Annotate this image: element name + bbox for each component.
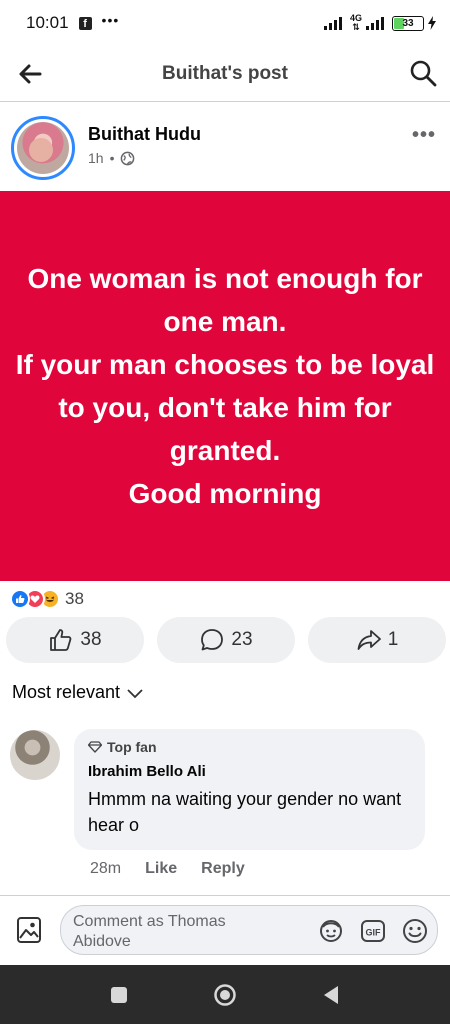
comment-bubble[interactable]: Top fan Ibrahim Bello Ali Hmmm na waitin… <box>74 729 425 850</box>
square-icon <box>111 986 127 1003</box>
globe-icon <box>121 151 135 165</box>
like-count: 38 <box>80 629 102 650</box>
share-button[interactable]: 1 <box>308 617 446 663</box>
author-name[interactable]: Buithat Hudu <box>88 124 201 145</box>
composer-icons: GIF <box>317 917 429 945</box>
back-arrow-icon[interactable] <box>16 60 44 88</box>
comment-bubble-icon <box>201 629 224 651</box>
charging-icon <box>428 16 436 30</box>
status-bar: 10:01 f ••• 4G ⇅ 33 <box>0 0 450 46</box>
top-fan-badge: Top fan <box>88 739 411 755</box>
recents-button[interactable] <box>107 983 131 1007</box>
photo-icon[interactable] <box>16 916 42 944</box>
comment-reply-button[interactable]: Reply <box>201 860 245 878</box>
comment-button[interactable]: 23 <box>157 617 295 663</box>
commenter-name[interactable]: Ibrahim Bello Ali <box>88 763 411 780</box>
comment-time: 28m <box>90 860 122 877</box>
meta-separator: • <box>109 150 115 166</box>
share-arrow-icon <box>357 630 381 650</box>
post-actions: 38 23 1 <box>6 617 446 663</box>
battery-indicator: 33 <box>392 15 424 31</box>
circle-icon <box>214 983 236 1006</box>
facebook-notification-icon: f <box>78 16 92 30</box>
more-notifications-icon: ••• <box>101 12 120 28</box>
thumbs-up-icon <box>50 629 72 651</box>
share-count: 1 <box>387 629 399 650</box>
triangle-back-icon <box>324 985 338 1004</box>
like-button[interactable]: 38 <box>6 617 144 663</box>
status-time: 10:01 <box>26 13 69 32</box>
comment-text: Hmmm na waiting your gender no want hear… <box>88 789 402 835</box>
network-arrows-icon: ⇅ <box>352 22 360 32</box>
back-button[interactable] <box>319 983 343 1007</box>
search-icon[interactable] <box>408 58 438 88</box>
author-photo <box>17 122 69 174</box>
author-avatar[interactable] <box>11 116 75 180</box>
chevron-down-icon <box>127 688 143 698</box>
reactions-summary[interactable]: 38 <box>10 588 84 610</box>
comment-placeholder: Comment as Thomas Abidove <box>73 913 226 950</box>
post-author-row: Buithat Hudu 1h • ••• <box>0 110 450 190</box>
diamond-icon <box>88 741 102 753</box>
post-options-icon[interactable]: ••• <box>412 124 436 147</box>
post-meta: 1h • <box>88 150 135 166</box>
home-button[interactable] <box>213 983 237 1007</box>
comment-sort-dropdown[interactable]: Most relevant <box>12 682 144 703</box>
comment-count: 23 <box>231 629 253 650</box>
emoji-icon[interactable] <box>401 917 429 945</box>
reaction-count: 38 <box>65 589 84 608</box>
page-title: Buithat's post <box>162 62 288 84</box>
svg-text:GIF: GIF <box>366 928 382 938</box>
avatar-sticker-icon[interactable] <box>317 917 345 945</box>
comment-composer: Comment as Thomas Abidove GIF <box>0 895 450 963</box>
top-fan-label: Top fan <box>107 739 157 755</box>
like-icon <box>10 589 30 609</box>
comment-meta: 28m Like Reply <box>90 860 245 878</box>
sort-label: Most relevant <box>12 682 121 702</box>
network-type: 4G ⇅ <box>349 13 362 32</box>
post-header-bar: Buithat's post <box>0 46 450 102</box>
wifi-signal-icon <box>323 17 342 30</box>
comment-like-button[interactable]: Like <box>145 860 177 878</box>
cell-signal-icon <box>366 17 384 30</box>
post-text: One woman is not enough for one man. If … <box>15 263 435 509</box>
post-time[interactable]: 1h <box>88 150 104 166</box>
post-text-background: One woman is not enough for one man. If … <box>0 191 450 581</box>
system-navigation-bar <box>0 965 450 1024</box>
gif-icon[interactable]: GIF <box>359 917 387 945</box>
comment-input[interactable]: Comment as Thomas Abidove GIF <box>60 905 438 955</box>
commenter-avatar[interactable] <box>10 730 60 780</box>
